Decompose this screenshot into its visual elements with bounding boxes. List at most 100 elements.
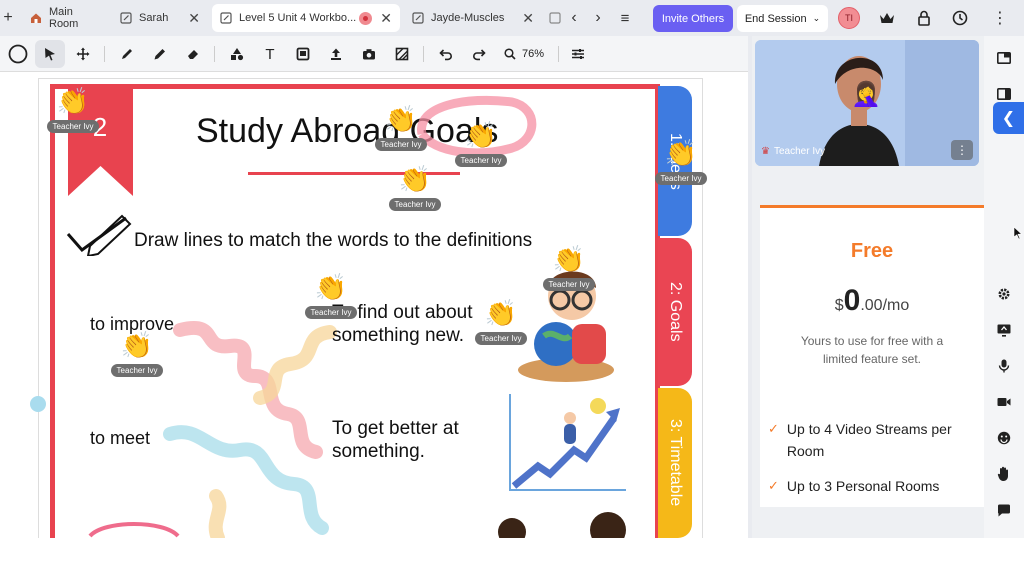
definition-1-line2: something new.: [332, 325, 465, 346]
reaction-clap: 👏 Teacher Ivy: [646, 138, 716, 186]
reaction-clap: 👏 Teacher Ivy: [38, 86, 108, 134]
chevron-left-icon[interactable]: ‹: [566, 8, 582, 28]
gear-icon[interactable]: [994, 284, 1014, 304]
video-tile[interactable]: 🤦‍♀️ ♛ Teacher Ivy ⋮: [755, 40, 979, 166]
close-icon[interactable]: ✕: [380, 10, 392, 27]
reaction-label: Teacher Ivy: [454, 154, 508, 167]
sidebar-toggle-icon[interactable]: [994, 84, 1014, 104]
clap-icon: 👏: [664, 138, 698, 168]
end-session-button[interactable]: End Session ⌄: [737, 5, 828, 32]
toolbar-divider: [423, 46, 424, 62]
crown-icon: ♛: [761, 146, 770, 157]
reaction-label: Teacher Ivy: [542, 278, 596, 291]
house-icon: [30, 12, 42, 24]
toolbar-divider: [558, 46, 559, 62]
edit-icon: [120, 12, 132, 24]
move-icon[interactable]: [68, 40, 98, 68]
plan-name: Free: [850, 240, 894, 262]
tab-label: Level 5 Unit 4 Workbo...: [239, 12, 357, 24]
background-pattern-icon[interactable]: [387, 40, 417, 68]
end-session-label: End Session: [744, 12, 807, 25]
close-icon[interactable]: ✕: [188, 10, 200, 27]
cursor-dot: [30, 396, 46, 412]
screen-share-icon[interactable]: [994, 320, 1014, 340]
text-icon[interactable]: T: [255, 40, 285, 68]
chat-icon[interactable]: [994, 500, 1014, 520]
undo-icon[interactable]: [431, 40, 461, 68]
reaction-clap: 👏 Teacher Ivy: [102, 330, 172, 378]
microphone-icon[interactable]: [994, 356, 1014, 376]
whiteboard-toolbar: T 76%: [0, 36, 748, 72]
clap-icon: 👏: [120, 330, 154, 360]
shapes-icon[interactable]: [222, 40, 252, 68]
clock-icon[interactable]: [949, 8, 971, 28]
zoom-control[interactable]: 76%: [500, 40, 554, 68]
pencil-icon: [66, 214, 132, 256]
lock-icon[interactable]: [913, 8, 935, 28]
reaction-clap: 👏 Teacher Ivy: [366, 104, 436, 152]
shape-circle-icon[interactable]: [3, 40, 33, 68]
clap-icon: 👏: [552, 244, 586, 274]
reaction-clap: 👏 Teacher Ivy: [466, 298, 536, 346]
clap-icon: 👏: [464, 120, 498, 150]
feature-text: Up to 4 Video Streams per Room: [786, 421, 952, 459]
price-whole: 0: [843, 284, 861, 317]
zoom-icon: [504, 48, 516, 60]
children-illustration: [498, 512, 626, 538]
eraser-icon[interactable]: [178, 40, 208, 68]
new-tab-icon[interactable]: +: [0, 6, 16, 30]
tab-sarah[interactable]: Sarah ✕: [112, 4, 208, 32]
avatar[interactable]: TI: [838, 7, 860, 29]
sticky-note-icon[interactable]: [288, 40, 318, 68]
layout-grid-icon[interactable]: [994, 48, 1014, 68]
pricing-card: Free $ 0 .00 /mo Yours to use for free w…: [760, 205, 984, 507]
camera-icon[interactable]: [354, 40, 384, 68]
invite-others-button[interactable]: Invite Others: [653, 5, 733, 32]
menu-icon[interactable]: ≡: [616, 8, 634, 28]
reaction-label: Teacher Ivy: [110, 364, 164, 377]
reaction-clap: 👏 Teacher Ivy: [534, 244, 604, 292]
close-icon[interactable]: ✕: [522, 10, 534, 27]
raise-hand-icon[interactable]: [994, 464, 1014, 484]
check-icon: ✓: [768, 478, 779, 493]
upload-icon[interactable]: [321, 40, 351, 68]
definition-2-line1: To get better at: [332, 418, 459, 439]
participant-label: ♛ Teacher Ivy: [761, 146, 825, 157]
reaction-label: Teacher Ivy: [474, 332, 528, 345]
tab-bar: + Main Room Sarah ✕ Level 5 Unit 4 Workb…: [0, 0, 1024, 36]
pen-icon[interactable]: [112, 40, 142, 68]
clap-icon: 👏: [314, 272, 348, 302]
reaction-clap: 👏 Teacher Ivy: [296, 272, 366, 320]
settings-sliders-icon[interactable]: [563, 40, 593, 68]
clap-icon: 👏: [56, 86, 90, 116]
tab-workbook[interactable]: Level 5 Unit 4 Workbo... ✕: [212, 4, 400, 32]
definition-2-line2: something.: [332, 441, 425, 462]
crown-icon[interactable]: [876, 8, 898, 28]
collapse-panel-button[interactable]: ❮: [993, 102, 1024, 134]
recording-icon: [359, 11, 373, 25]
select-arrow-icon[interactable]: [35, 40, 65, 68]
video-camera-icon[interactable]: [994, 392, 1014, 412]
whiteboard-canvas[interactable]: 2 1: Ideas 2: Goals 3: Timetable Study A…: [0, 72, 748, 538]
emoji-icon[interactable]: [994, 428, 1014, 448]
tab-jayde-muscles[interactable]: Jayde-Muscles ✕: [404, 4, 542, 32]
feature-text: Up to 3 Personal Rooms: [786, 478, 940, 494]
more-vertical-icon[interactable]: ⋮: [951, 140, 973, 160]
marker-icon[interactable]: [145, 40, 175, 68]
redo-icon[interactable]: [464, 40, 494, 68]
toolbar-divider: [104, 46, 105, 62]
price-currency: $: [834, 297, 844, 314]
tab-main-room[interactable]: Main Room: [22, 4, 110, 32]
plan-price: $ 0 .00 /mo: [760, 284, 984, 318]
growth-chart-illustration: [509, 394, 626, 491]
chevron-right-icon[interactable]: ›: [590, 8, 606, 28]
word-to-meet: to meet: [90, 428, 151, 448]
edit-icon[interactable]: [548, 10, 562, 26]
side-tab-timetable: 3: Timetable: [658, 388, 692, 538]
facepalm-icon: 🤦‍♀️: [851, 81, 881, 108]
more-vertical-icon[interactable]: ⋮: [990, 8, 1010, 28]
edit-icon: [220, 12, 232, 24]
reaction-label: Teacher Ivy: [46, 120, 100, 133]
side-tab-goals: 2: Goals: [658, 238, 692, 386]
reaction-label: Teacher Ivy: [654, 172, 708, 185]
